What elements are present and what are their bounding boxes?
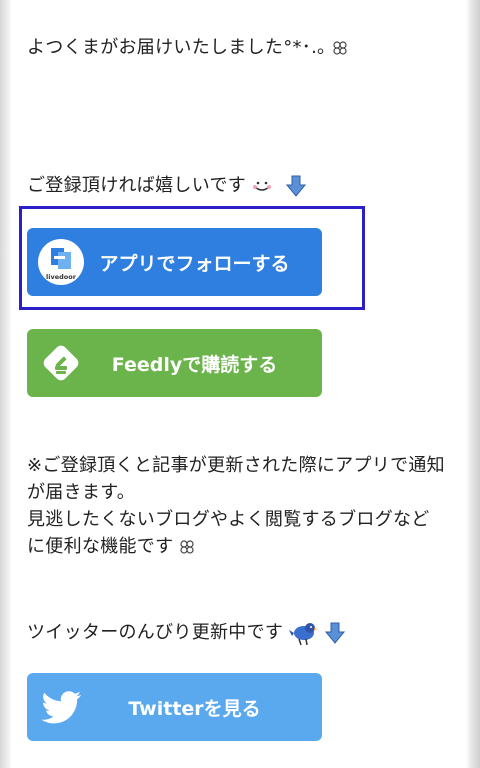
delivered-message: よつくまがお届けいたしました°*･.｡ — [27, 34, 348, 62]
notice-line-2: が届きます。 — [27, 482, 135, 503]
livedoor-logo-text: livedoor — [46, 273, 77, 281]
clover-icon — [180, 540, 195, 554]
subscribe-message: ご登録頂ければ嬉しいです — [27, 172, 307, 200]
app-follow-button[interactable]: livedoor アプリでフォローする — [27, 228, 322, 296]
page-left-edge — [0, 0, 12, 768]
notice-paragraph: ※ご登録頂くと記事が更新された際にアプリで通知 が届きます。 見逃したくないブロ… — [27, 452, 457, 560]
twitter-view-button[interactable]: Twitterを見る — [27, 673, 322, 741]
bird-icon — [289, 623, 319, 646]
feedly-subscribe-button[interactable]: Feedlyで購読する — [27, 329, 322, 397]
clover-icon — [333, 41, 348, 55]
twitter-bird-icon — [41, 691, 82, 724]
feedly-icon — [43, 345, 79, 381]
notice-line-4: に便利な機能です — [27, 536, 174, 557]
delivered-text: よつくまがお届けいたしました°*･.｡ — [27, 37, 327, 58]
twitter-intro-message: ツイッターのんびり更新中です — [27, 619, 346, 647]
livedoor-app-icon: livedoor — [38, 239, 84, 285]
down-arrow-icon — [286, 175, 307, 197]
twitter-intro-text: ツイッターのんびり更新中です — [27, 622, 284, 643]
notice-line-1: ※ご登録頂くと記事が更新された際にアプリで通知 — [27, 455, 445, 476]
subscribe-text: ご登録頂ければ嬉しいです — [27, 175, 247, 196]
smile-face-icon — [253, 181, 272, 191]
down-arrow-icon — [325, 622, 346, 644]
notice-line-3: 見逃したくないブログやよく閲覧するブログなど — [27, 509, 430, 530]
page-right-edge — [466, 0, 480, 768]
